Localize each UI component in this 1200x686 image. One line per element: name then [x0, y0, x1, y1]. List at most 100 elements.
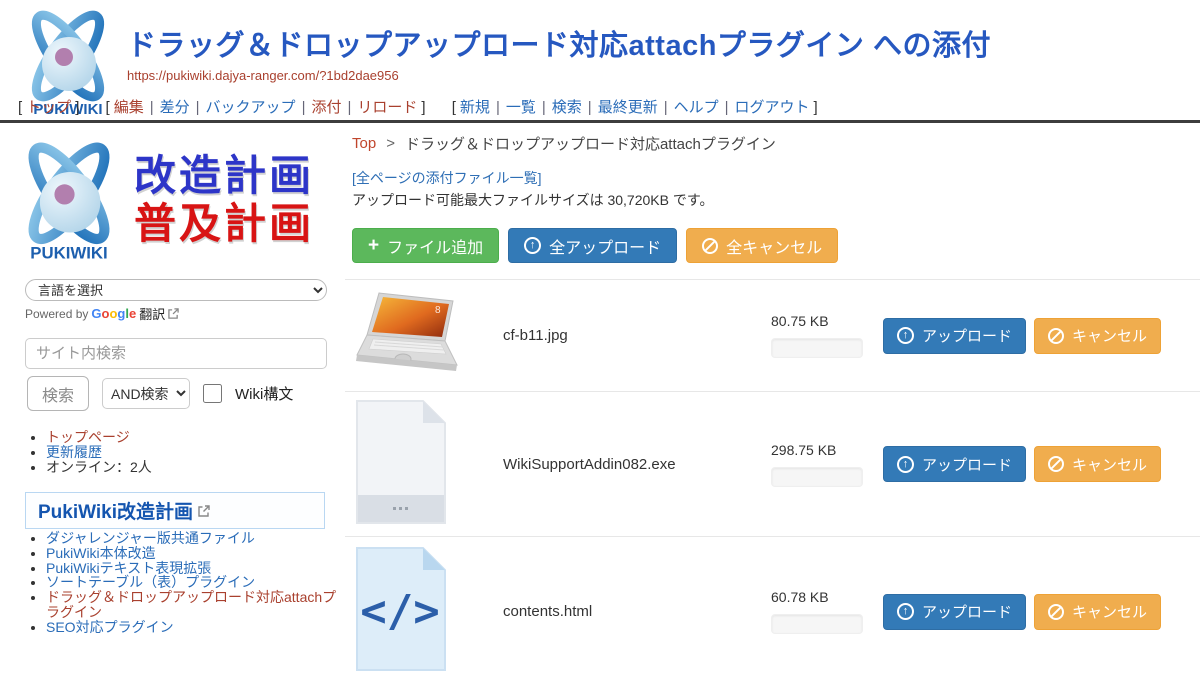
- nav-backup[interactable]: バックアップ: [206, 99, 296, 116]
- svg-text:PUKIWIKI: PUKIWIKI: [30, 243, 107, 262]
- ban-icon: [702, 238, 718, 254]
- nav-new[interactable]: 新規: [460, 99, 490, 116]
- upload-file-list: 8 cf-b11.jpg 80.75 KB ↑ アップロード キャンセル: [345, 279, 1200, 686]
- file-name: contents.html: [503, 603, 771, 620]
- file-size: 60.78 KB: [771, 589, 883, 605]
- sidebar-section-pukiwiki-kaizo[interactable]: PukiWiki改造計画: [25, 492, 325, 529]
- upload-circle-icon: ↑: [524, 237, 541, 254]
- bracket: ]: [421, 99, 425, 116]
- sidebar-link-seo[interactable]: SEO対応プラグイン: [46, 619, 174, 635]
- page-url-link[interactable]: https://pukiwiki.dajya-ranger.com/?1bd2d…: [127, 68, 399, 83]
- sidebar-link-text-ext[interactable]: PukiWikiテキスト表現拡張: [46, 560, 211, 576]
- external-link-icon: [198, 505, 210, 517]
- nav-logout[interactable]: ログアウト: [735, 99, 810, 116]
- nav-separator: |: [496, 99, 500, 116]
- upload-progress-bar: [771, 467, 863, 487]
- upload-circle-icon: ↑: [897, 327, 914, 344]
- nav-top[interactable]: トップ: [26, 99, 71, 116]
- breadcrumb: Top > ドラッグ＆ドロップアップロード対応attachプラグイン: [352, 133, 776, 154]
- sidebar-banner[interactable]: PUKIWIKI 改造計画 普及計画: [8, 134, 338, 266]
- ban-icon: [1048, 604, 1064, 620]
- nav-separator: |: [725, 99, 729, 116]
- site-search-input[interactable]: [25, 338, 327, 369]
- nav-edit[interactable]: 編集: [114, 99, 144, 116]
- page-title: ドラッグ＆ドロップアップロード対応attachプラグイン への添付: [127, 22, 1187, 64]
- search-button[interactable]: 検索: [27, 376, 89, 411]
- upload-button[interactable]: ↑ アップロード: [883, 318, 1026, 354]
- nav-separator: |: [664, 99, 668, 116]
- cancel-all-button[interactable]: 全キャンセル: [686, 228, 838, 263]
- google-logo: Google: [91, 306, 136, 321]
- bracket: ]: [814, 99, 818, 116]
- file-actions: ↑ アップロード キャンセル: [883, 446, 1200, 482]
- sidebar-link-dnd-attach[interactable]: ドラッグ＆ドロップアップロード対応attachプラグイン: [46, 589, 336, 620]
- nav-attach[interactable]: 添付: [311, 99, 341, 116]
- nav-diff[interactable]: 差分: [160, 99, 190, 116]
- upload-all-button[interactable]: ↑ 全アップロード: [508, 228, 677, 263]
- bracket: [: [106, 99, 110, 116]
- search-controls: 検索 AND検索 Wiki構文: [27, 376, 293, 411]
- generic-file-icon: [353, 399, 449, 525]
- cancel-button[interactable]: キャンセル: [1034, 594, 1161, 630]
- max-upload-size-text: アップロード可能最大ファイルサイズは 30,720KB です。: [352, 190, 713, 210]
- search-mode-select[interactable]: AND検索: [102, 378, 190, 409]
- cancel-button[interactable]: キャンセル: [1034, 446, 1161, 482]
- list-item: PukiWikiテキスト表現拡張: [46, 561, 337, 576]
- sidebar-links-top: トップページ 更新履歴 オンライン：2人: [27, 430, 337, 474]
- banner-slogan: 改造計画 普及計画: [134, 152, 314, 249]
- file-name: WikiSupportAddin082.exe: [503, 456, 771, 473]
- list-item: ソートテーブル（表）プラグイン: [46, 575, 337, 590]
- breadcrumb-current: ドラッグ＆ドロップアップロード対応attachプラグイン: [405, 133, 776, 154]
- sidebar-link-sort-table[interactable]: ソートテーブル（表）プラグイン: [46, 574, 255, 590]
- external-link-icon: [168, 308, 179, 319]
- list-item: ダジャレンジャー版共通ファイル: [46, 531, 337, 546]
- translate-label: 翻訳: [139, 304, 165, 323]
- sidebar-link-history[interactable]: 更新履歴: [46, 444, 102, 460]
- nav-list[interactable]: 一覧: [506, 99, 536, 116]
- list-item: ドラッグ＆ドロップアップロード対応attachプラグイン: [46, 590, 337, 620]
- ban-icon: [1048, 328, 1064, 344]
- file-thumbnail-cell: </>: [353, 546, 503, 677]
- upload-button[interactable]: ↑ アップロード: [883, 446, 1026, 482]
- upload-button[interactable]: ↑ アップロード: [883, 594, 1026, 630]
- upload-circle-icon: ↑: [897, 456, 914, 473]
- add-files-button[interactable]: + ファイル追加: [352, 228, 499, 263]
- nav-separator: |: [542, 99, 546, 116]
- nav-search[interactable]: 検索: [552, 99, 582, 116]
- wiki-syntax-label: Wiki構文: [235, 383, 293, 404]
- file-size-cell: 80.75 KB: [771, 313, 883, 358]
- nav-separator: |: [150, 99, 154, 116]
- upload-progress-bar: [771, 614, 863, 634]
- file-row: 8 cf-b11.jpg 80.75 KB ↑ アップロード キャンセル: [345, 279, 1200, 391]
- bracket: ]: [75, 99, 79, 116]
- svg-text:8: 8: [435, 305, 441, 316]
- upload-circle-icon: ↑: [897, 603, 914, 620]
- list-item: SEO対応プラグイン: [46, 620, 337, 635]
- sidebar-link-common-files[interactable]: ダジャレンジャー版共通ファイル: [46, 530, 255, 546]
- cancel-button[interactable]: キャンセル: [1034, 318, 1161, 354]
- section-title: PukiWiki改造計画: [38, 497, 193, 524]
- file-row: </> contents.html 60.78 KB ↑ アップロード キャンセ…: [345, 536, 1200, 686]
- nav-reload[interactable]: リロード: [357, 99, 417, 116]
- file-size-cell: 298.75 KB: [771, 442, 883, 487]
- powered-by-label: Powered by: [25, 307, 88, 321]
- sidebar-link-core-mod[interactable]: PukiWiki本体改造: [46, 545, 156, 561]
- list-item: 更新履歴: [46, 445, 337, 460]
- nav-separator: |: [196, 99, 200, 116]
- ban-icon: [1048, 456, 1064, 472]
- list-item: トップページ: [46, 430, 337, 445]
- plus-icon: +: [368, 236, 379, 255]
- upload-progress-bar: [771, 338, 863, 358]
- wiki-syntax-checkbox[interactable]: [203, 384, 222, 403]
- nav-separator: |: [347, 99, 351, 116]
- file-thumbnail-cell: [353, 399, 503, 530]
- online-status: オンライン：2人: [46, 460, 337, 475]
- breadcrumb-home-link[interactable]: Top: [352, 135, 376, 152]
- nav-help[interactable]: ヘルプ: [674, 99, 719, 116]
- google-translate-attribution[interactable]: Powered by Google 翻訳: [25, 304, 179, 323]
- file-size: 298.75 KB: [771, 442, 883, 458]
- all-pages-attach-list-link[interactable]: [全ページの添付ファイル一覧]: [352, 168, 542, 188]
- language-select[interactable]: 言語を選択: [25, 279, 327, 301]
- sidebar-link-toppage[interactable]: トップページ: [46, 429, 130, 445]
- nav-recent[interactable]: 最終更新: [598, 99, 658, 116]
